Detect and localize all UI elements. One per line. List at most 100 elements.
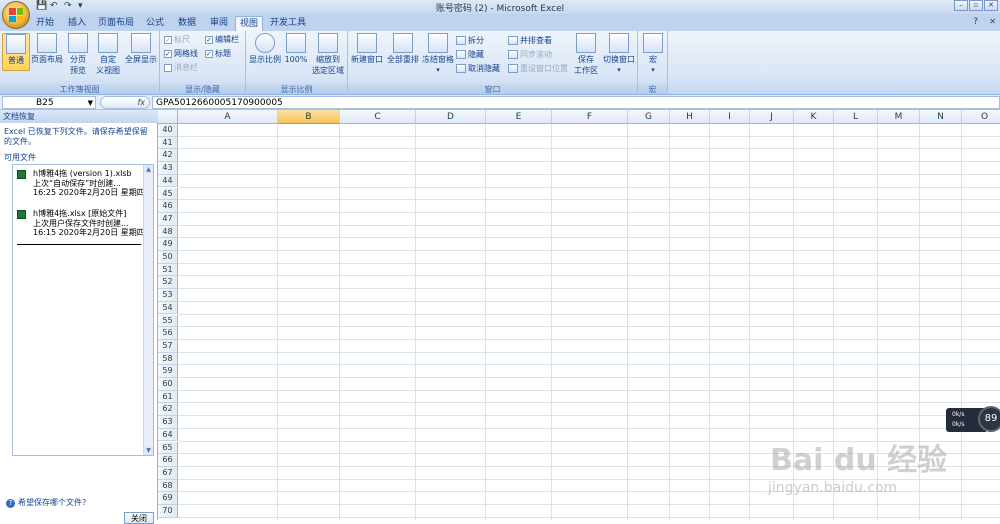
insert-function-button[interactable]: fx: [100, 96, 150, 109]
column-header-d[interactable]: D: [416, 110, 486, 124]
gridlines-checkbox[interactable]: ✓ 网格线: [164, 48, 198, 59]
tab-view[interactable]: 视图: [235, 16, 263, 31]
name-box[interactable]: B25 ▼: [2, 96, 96, 109]
headings-checkbox[interactable]: ✓ 标题: [205, 48, 231, 59]
which-file-help-link[interactable]: ? 希望保存哪个文件?: [6, 497, 86, 508]
row-header-48[interactable]: 48: [158, 225, 178, 239]
row-header-45[interactable]: 45: [158, 187, 178, 201]
formula-bar-checkbox[interactable]: ✓ 编辑栏: [205, 34, 239, 45]
column-header-f[interactable]: F: [552, 110, 628, 124]
close-pane-button[interactable]: 关闭: [124, 512, 154, 524]
row-header-52[interactable]: 52: [158, 276, 178, 290]
tab-review[interactable]: 审阅: [204, 16, 234, 31]
help-icon[interactable]: ?: [973, 17, 978, 27]
tab-formulas[interactable]: 公式: [140, 16, 170, 31]
formula-input[interactable]: GPA5012660005170900005: [152, 96, 1000, 109]
tab-page-layout[interactable]: 页面布局: [94, 16, 138, 31]
freeze-panes-button[interactable]: 冻结窗格 ▾: [421, 33, 455, 76]
hide-button[interactable]: 隐藏: [456, 49, 484, 60]
recovered-file-item[interactable]: h博雅4拖.xlsx [原始文件] 上次用户保存文件时创建... 16:15 2…: [17, 209, 145, 238]
side-by-side-button[interactable]: 并排查看: [508, 35, 552, 46]
close-window-button[interactable]: ✕: [984, 0, 998, 11]
row-header-68[interactable]: 68: [158, 479, 178, 493]
recovered-files-list[interactable]: h博雅4拖 (version 1).xlsb 上次“自动保存”时创建... 16…: [12, 164, 154, 456]
undo-icon[interactable]: ↶: [50, 1, 58, 11]
ribbon-close-icon[interactable]: ✕: [989, 17, 996, 26]
row-header-65[interactable]: 65: [158, 441, 178, 455]
split-button[interactable]: 拆分: [456, 35, 484, 46]
column-header-e[interactable]: E: [486, 110, 552, 124]
office-button[interactable]: [2, 1, 30, 29]
scroll-down-icon[interactable]: ▼: [144, 446, 153, 455]
new-window-button[interactable]: 新建窗口: [350, 33, 384, 65]
fullscreen-button[interactable]: 全屏显示: [124, 33, 158, 65]
scroll-up-icon[interactable]: ▲: [144, 165, 153, 174]
sync-scroll-button[interactable]: 同步滚动: [508, 49, 552, 60]
column-header-h[interactable]: H: [670, 110, 710, 124]
ruler-checkbox[interactable]: ✓ 标尺: [164, 34, 190, 45]
column-header-k[interactable]: K: [794, 110, 834, 124]
row-header-59[interactable]: 59: [158, 365, 178, 378]
normal-view-button[interactable]: 普通: [2, 33, 30, 71]
arrange-all-button[interactable]: 全部重排: [386, 33, 420, 65]
save-icon[interactable]: 💾: [36, 1, 47, 11]
column-header-j[interactable]: J: [750, 110, 794, 124]
zoom-100-button[interactable]: 100%: [284, 33, 308, 65]
tab-insert[interactable]: 插入: [62, 16, 92, 31]
column-header-c[interactable]: C: [340, 110, 416, 124]
recovered-file-item[interactable]: h博雅4拖 (version 1).xlsb 上次“自动保存”时创建... 16…: [17, 169, 145, 198]
custom-views-button[interactable]: 自定 义视图: [94, 33, 122, 76]
tab-home[interactable]: 开始: [30, 16, 60, 31]
column-header-l[interactable]: L: [834, 110, 878, 124]
row-header-51[interactable]: 51: [158, 263, 178, 277]
row-header-55[interactable]: 55: [158, 314, 178, 328]
column-header-n[interactable]: N: [920, 110, 962, 124]
page-break-preview-button[interactable]: 分页 预览: [64, 33, 92, 76]
column-header-m[interactable]: M: [878, 110, 920, 124]
row-header-42[interactable]: 42: [158, 149, 178, 163]
switch-windows-button[interactable]: 切换窗口 ▾: [601, 33, 637, 76]
row-header-62[interactable]: 62: [158, 403, 178, 417]
row-header-64[interactable]: 64: [158, 428, 178, 442]
row-header-60[interactable]: 60: [158, 378, 178, 391]
column-header-o[interactable]: O: [962, 110, 1000, 124]
row-header-63[interactable]: 63: [158, 416, 178, 429]
reset-position-button[interactable]: 重设窗口位置: [508, 63, 568, 74]
restore-button[interactable]: ▫: [969, 0, 983, 11]
row-header-46[interactable]: 46: [158, 200, 178, 213]
row-header-57[interactable]: 57: [158, 339, 178, 353]
row-header-61[interactable]: 61: [158, 390, 178, 404]
row-header-69[interactable]: 69: [158, 492, 178, 505]
name-box-dropdown-icon[interactable]: ▼: [88, 97, 93, 109]
page-layout-view-button[interactable]: 页面布局: [31, 33, 63, 65]
zoom-button[interactable]: 显示比例: [248, 33, 282, 65]
row-header-43[interactable]: 43: [158, 162, 178, 175]
tab-developer[interactable]: 开发工具: [266, 16, 310, 31]
row-header-54[interactable]: 54: [158, 301, 178, 315]
row-header-49[interactable]: 49: [158, 238, 178, 251]
recovery-list-scrollbar[interactable]: ▲ ▼: [143, 165, 153, 455]
column-header-a[interactable]: A: [178, 110, 278, 124]
row-header-40[interactable]: 40: [158, 124, 178, 137]
redo-icon[interactable]: ↷: [64, 1, 72, 11]
save-workspace-button[interactable]: 保存 工作区: [572, 33, 600, 76]
minimize-button[interactable]: –: [954, 0, 968, 11]
zoom-selection-button[interactable]: 缩放到 选定区域: [310, 33, 346, 76]
column-header-g[interactable]: G: [628, 110, 670, 124]
message-bar-checkbox[interactable]: 消息栏: [164, 62, 198, 73]
unhide-button[interactable]: 取消隐藏: [456, 63, 500, 74]
quick-access-dropdown-icon[interactable]: ▾: [78, 1, 83, 11]
column-header-i[interactable]: I: [710, 110, 750, 124]
network-speed-widget[interactable]: 0k/s 0k/s 89: [946, 406, 1000, 432]
row-header-56[interactable]: 56: [158, 327, 178, 340]
row-header-70[interactable]: 70: [158, 505, 178, 518]
row-header-44[interactable]: 44: [158, 174, 178, 188]
row-header-47[interactable]: 47: [158, 212, 178, 226]
column-header-b[interactable]: B: [278, 110, 340, 124]
row-header-67[interactable]: 67: [158, 466, 178, 480]
row-header-41[interactable]: 41: [158, 136, 178, 150]
row-header-66[interactable]: 66: [158, 454, 178, 467]
tab-data[interactable]: 数据: [172, 16, 202, 31]
row-header-58[interactable]: 58: [158, 352, 178, 366]
row-header-50[interactable]: 50: [158, 251, 178, 264]
